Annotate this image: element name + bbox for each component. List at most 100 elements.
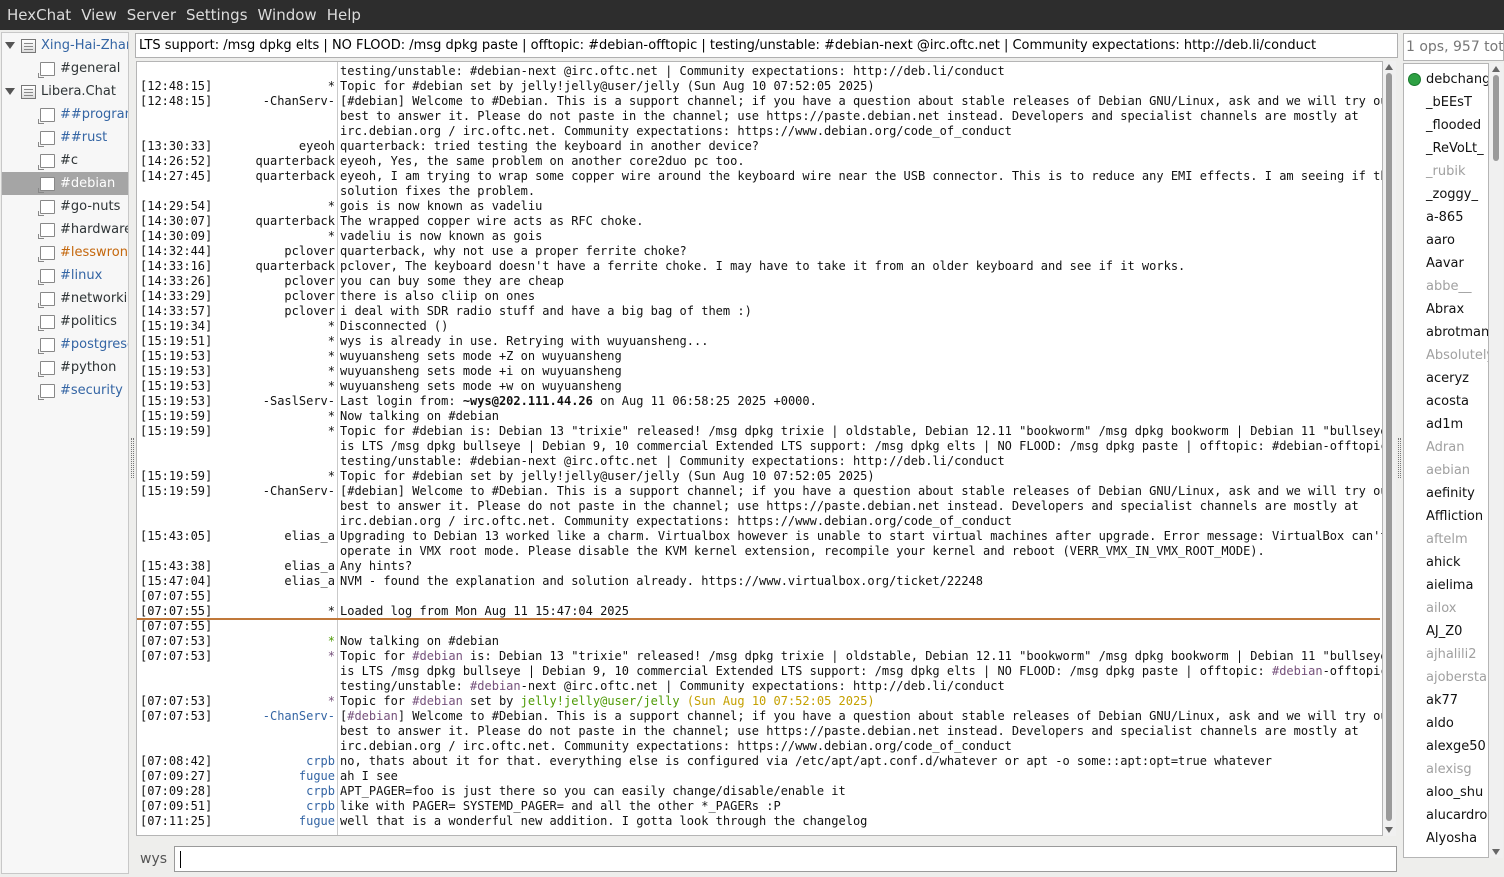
user-item[interactable]: aebian xyxy=(1404,460,1488,482)
nick[interactable]: pclover xyxy=(284,244,335,259)
nick[interactable]: elias_a xyxy=(284,559,335,574)
pane-grip-right[interactable] xyxy=(1398,438,1401,478)
channel-python[interactable]: #python xyxy=(2,356,128,379)
nick[interactable]: crpb xyxy=(306,784,335,799)
user-item[interactable]: Adran xyxy=(1404,437,1488,459)
nick[interactable]: pclover xyxy=(284,304,335,319)
nick[interactable]: * xyxy=(328,649,335,664)
nick[interactable]: elias_a xyxy=(284,574,335,589)
channel-postgresql[interactable]: #postgresql xyxy=(2,333,128,356)
user-list-scrollbar[interactable] xyxy=(1489,63,1503,858)
menu-hexchat[interactable]: HexChat xyxy=(2,0,76,30)
menu-view[interactable]: View xyxy=(76,0,122,30)
user-item[interactable]: _flooded xyxy=(1404,115,1488,137)
nick[interactable]: -ChanServ- xyxy=(263,94,335,109)
channel-general[interactable]: #general xyxy=(2,57,128,80)
user-item[interactable]: debchange xyxy=(1404,69,1488,91)
nick[interactable]: * xyxy=(328,334,335,349)
server-xing-hai-zhang[interactable]: Xing-Hai-Zhang xyxy=(2,34,128,57)
scroll-up-icon[interactable] xyxy=(1492,66,1500,72)
nick[interactable]: fugue xyxy=(299,814,335,829)
channel-programming[interactable]: ##programming xyxy=(2,103,128,126)
menu-server[interactable]: Server xyxy=(122,0,181,30)
scroll-up-icon[interactable] xyxy=(1385,64,1393,70)
user-item[interactable]: aloo_shu xyxy=(1404,782,1488,804)
nick[interactable]: quarterback xyxy=(256,154,335,169)
nick[interactable]: * xyxy=(328,409,335,424)
user-item[interactable]: a-865 xyxy=(1404,207,1488,229)
nick[interactable]: * xyxy=(328,319,335,334)
user-item[interactable]: Affliction xyxy=(1404,506,1488,528)
channel-rust[interactable]: ##rust xyxy=(2,126,128,149)
message-input[interactable] xyxy=(174,846,1397,872)
user-item[interactable]: abbe__ xyxy=(1404,276,1488,298)
channel-linux[interactable]: #linux xyxy=(2,264,128,287)
channel-networking[interactable]: #networking xyxy=(2,287,128,310)
user-item[interactable]: Abrax xyxy=(1404,299,1488,321)
nick[interactable]: * xyxy=(328,634,335,649)
user-item[interactable]: abrotman xyxy=(1404,322,1488,344)
nick[interactable]: * xyxy=(328,199,335,214)
user-item[interactable]: ad1m xyxy=(1404,414,1488,436)
expander-icon[interactable] xyxy=(5,42,15,49)
user-item[interactable]: _bEEsT xyxy=(1404,92,1488,114)
nick[interactable]: -ChanServ- xyxy=(263,484,335,499)
channel-hardware[interactable]: #hardware xyxy=(2,218,128,241)
user-item[interactable]: ahick xyxy=(1404,552,1488,574)
user-item[interactable]: aielima xyxy=(1404,575,1488,597)
user-item[interactable]: aefinity xyxy=(1404,483,1488,505)
user-item[interactable]: alexisg xyxy=(1404,759,1488,781)
user-item[interactable]: aldo xyxy=(1404,713,1488,735)
user-item[interactable]: _zoggy_ xyxy=(1404,184,1488,206)
user-item[interactable]: ajhalili2 xyxy=(1404,644,1488,666)
user-item[interactable]: alexge50 xyxy=(1404,736,1488,758)
expander-icon[interactable] xyxy=(5,88,15,95)
user-item[interactable]: aaro xyxy=(1404,230,1488,252)
nick[interactable]: * xyxy=(328,424,335,439)
scroll-down-icon[interactable] xyxy=(1385,827,1393,833)
nick[interactable]: quarterback xyxy=(256,259,335,274)
menu-window[interactable]: Window xyxy=(253,0,322,30)
menu-help[interactable]: Help xyxy=(322,0,366,30)
nick[interactable]: * xyxy=(328,604,335,619)
nick[interactable]: * xyxy=(328,364,335,379)
channel-go-nuts[interactable]: #go-nuts xyxy=(2,195,128,218)
nick[interactable]: pclover xyxy=(284,289,335,304)
user-item[interactable]: aceryz xyxy=(1404,368,1488,390)
channel-debian[interactable]: #debian xyxy=(2,172,128,195)
nick[interactable]: elias_a xyxy=(284,529,335,544)
scroll-down-icon[interactable] xyxy=(1492,849,1500,855)
nick[interactable]: * xyxy=(328,694,335,709)
user-item[interactable]: Alyosha xyxy=(1404,828,1488,850)
nick[interactable]: -SaslServ- xyxy=(263,394,335,409)
nick[interactable]: quarterback xyxy=(256,214,335,229)
user-item[interactable]: _rubik xyxy=(1404,161,1488,183)
nick[interactable]: * xyxy=(328,379,335,394)
nick[interactable]: crpb xyxy=(306,799,335,814)
user-item[interactable]: ailox xyxy=(1404,598,1488,620)
user-item[interactable]: AJ_Z0 xyxy=(1404,621,1488,643)
channel-c[interactable]: #c xyxy=(2,149,128,172)
user-item[interactable]: aftelm xyxy=(1404,529,1488,551)
chat-scroll-thumb[interactable] xyxy=(1386,73,1392,821)
user-item[interactable]: acosta xyxy=(1404,391,1488,413)
nick[interactable]: quarterback xyxy=(256,169,335,184)
nick[interactable]: pclover xyxy=(284,274,335,289)
user-item[interactable]: Absolutely xyxy=(1404,345,1488,367)
channel-security[interactable]: #security xyxy=(2,379,128,402)
user-scroll-thumb[interactable] xyxy=(1493,75,1499,161)
user-item[interactable]: Aavar xyxy=(1404,253,1488,275)
nick[interactable]: * xyxy=(328,79,335,94)
user-item[interactable]: _ReVoLt_ xyxy=(1404,138,1488,160)
chat-scrollbar[interactable] xyxy=(1383,61,1396,836)
user-item[interactable]: ak77 xyxy=(1404,690,1488,712)
nick[interactable]: eyeoh xyxy=(299,139,335,154)
nick[interactable]: crpb xyxy=(306,754,335,769)
user-item[interactable]: alucardro xyxy=(1404,805,1488,827)
topic-bar[interactable]: LTS support: /msg dpkg elts | NO FLOOD: … xyxy=(135,33,1398,58)
nick[interactable]: -ChanServ- xyxy=(263,709,335,724)
server-libera.chat[interactable]: Libera.Chat xyxy=(2,80,128,103)
chat-log[interactable]: testing/unstable: #debian-next @irc.oftc… xyxy=(136,61,1383,836)
channel-politics[interactable]: #politics xyxy=(2,310,128,333)
nick-button[interactable]: wys xyxy=(135,846,173,872)
